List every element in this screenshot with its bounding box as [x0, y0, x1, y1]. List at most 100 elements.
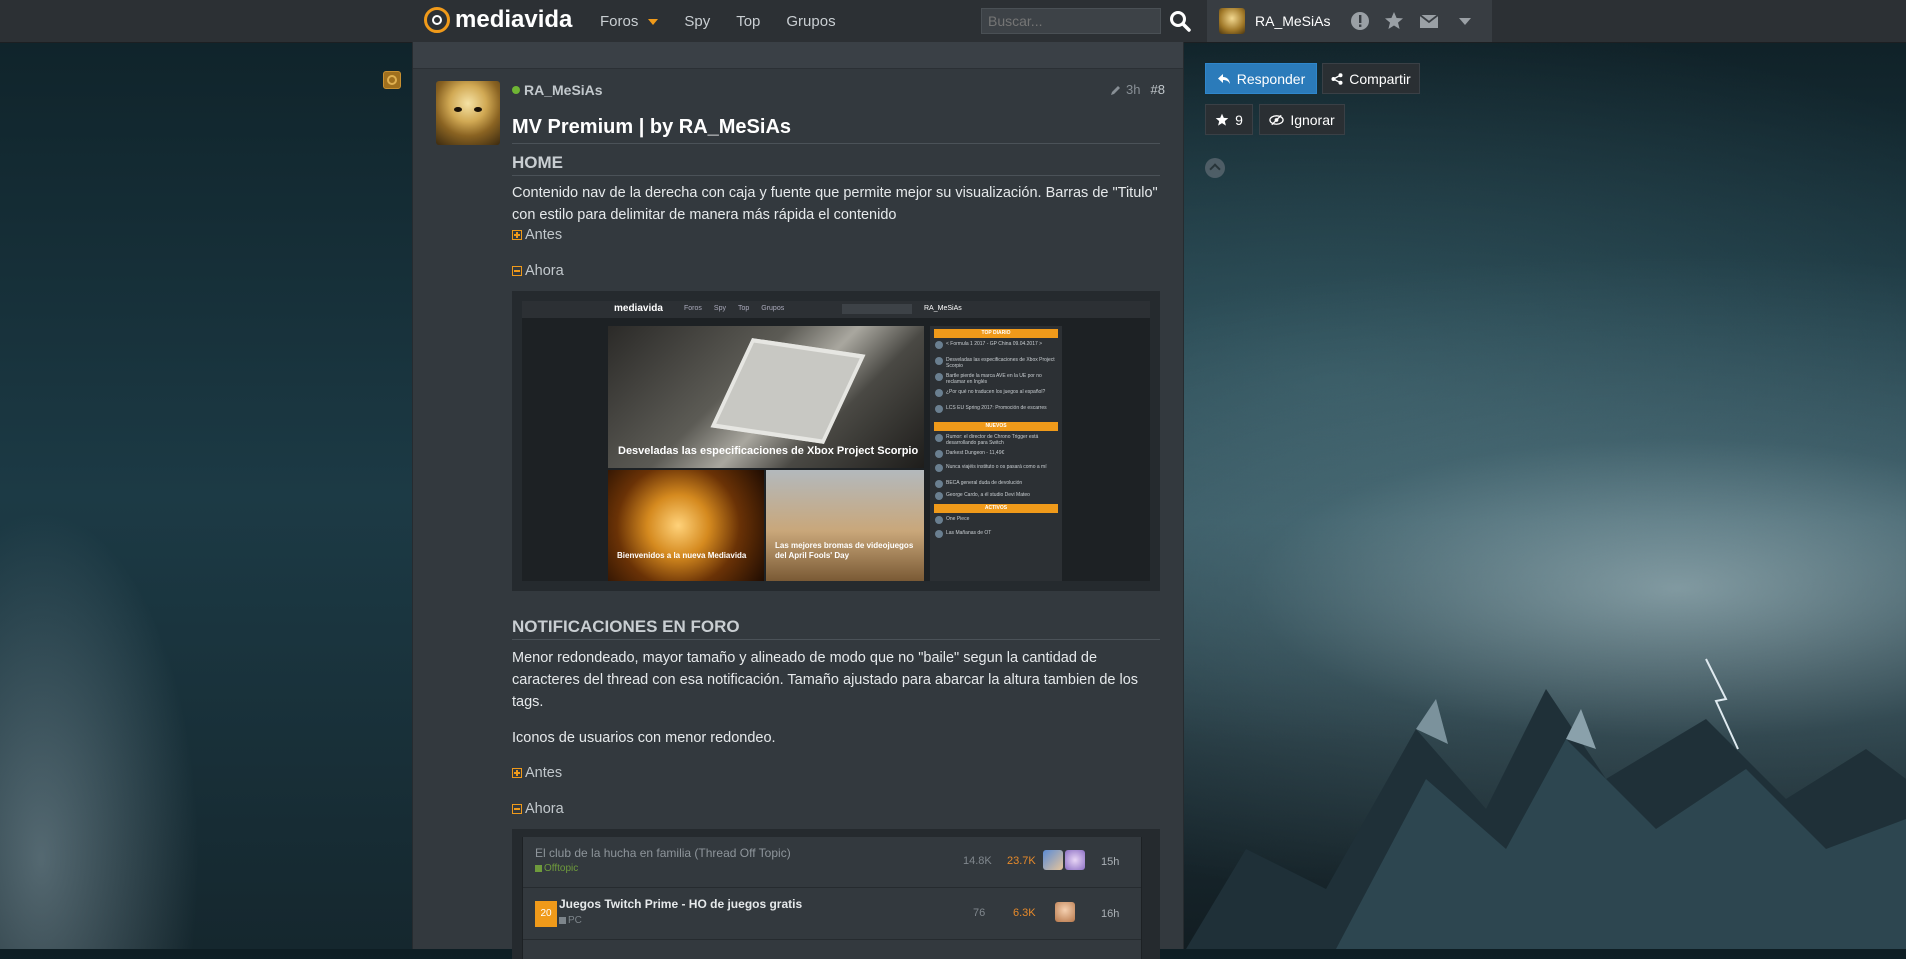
mediavida-logo-icon[interactable] — [383, 71, 401, 89]
thread-time: 15h — [1101, 856, 1120, 868]
online-status-icon — [512, 86, 520, 94]
nav-grupos[interactable]: Grupos — [786, 13, 835, 30]
chevron-down-icon[interactable] — [1455, 11, 1475, 31]
article-tile: Las mejores bromas de videojuegos del Ap… — [766, 470, 924, 581]
post-title: MV Premium | by RA_MeSiAs — [512, 116, 1160, 144]
mini-sidebar-heading: TOP DIARIO — [934, 329, 1058, 338]
post-author-avatar[interactable] — [436, 81, 500, 145]
nav-top[interactable]: Top — [736, 13, 760, 30]
thread-time: 16h — [1101, 908, 1120, 920]
avatar — [1043, 850, 1063, 870]
thread-title: Juegos Twitch Prime - HO de juegos grati… — [559, 897, 803, 911]
embedded-screenshot-home[interactable]: mediavida Foros Spy Top Grupos RA_MeSiAs… — [512, 291, 1160, 591]
user-avatar[interactable] — [1219, 8, 1245, 34]
post-number[interactable]: #8 — [1150, 82, 1164, 97]
expand-icon — [512, 230, 522, 240]
favorite-button[interactable]: 9 — [1205, 104, 1253, 135]
mini-sidebar-item: Las Mañanas de OT — [934, 530, 1058, 538]
toggle-label: Ahora — [525, 801, 564, 817]
mini-sidebar-item: Rumor: el director de Chrono Trigger est… — [934, 434, 1058, 446]
ignore-button[interactable]: Ignorar — [1259, 104, 1345, 135]
section-notificaciones-text-2: Iconos de usuarios con menor redondeo. — [512, 730, 776, 746]
thread-category: Offtopic — [535, 863, 578, 874]
chevron-down-icon[interactable] — [648, 18, 659, 25]
article-tile: Bienvenidos a la nueva Mediavida — [608, 470, 764, 581]
nav-spy[interactable]: Spy — [684, 13, 710, 30]
mini-sidebar-heading: NUEVOS — [934, 422, 1058, 431]
site-logo[interactable]: mediavida — [424, 6, 572, 34]
toggle-antes-notificaciones[interactable]: Antes — [512, 765, 562, 781]
mini-nav-item: Grupos — [761, 305, 785, 312]
tile-title: Las mejores bromas de videojuegos del Ap… — [775, 541, 914, 560]
search-icon[interactable] — [1168, 9, 1192, 33]
toggle-antes-home[interactable]: Antes — [512, 227, 562, 243]
eye-slash-icon — [1269, 114, 1285, 125]
user-menu: RA_MeSiAs — [1207, 0, 1492, 42]
mini-nav: Foros Spy Top Grupos — [684, 305, 784, 312]
featured-article-title: Desveladas las especificaciones de Xbox … — [618, 445, 919, 457]
toggle-label: Antes — [525, 765, 563, 781]
top-navigation-bar: mediavida Foros Spy Top Grupos RA_MeSiAs — [0, 0, 1906, 43]
mini-sidebar-item: < Formula 1 2017 - GP China 09.04.2017 > — [934, 341, 1058, 349]
screenshot-content: mediavida Foros Spy Top Grupos RA_MeSiAs… — [522, 301, 1150, 581]
mail-icon[interactable] — [1419, 11, 1439, 31]
mini-search — [842, 304, 912, 314]
column-header — [413, 42, 1183, 69]
mini-user: RA_MeSiAs — [924, 305, 962, 312]
mini-sidebar-item: LCS EU Spring 2017: Promoción de escarre… — [934, 405, 1058, 413]
alert-icon[interactable] — [1350, 11, 1370, 31]
mini-nav-item: Spy — [713, 305, 726, 312]
mini-sidebar-item: Darkest Dungeon - 11,49€ — [934, 450, 1058, 458]
post-time: 3h — [1126, 82, 1141, 97]
featured-article-image: Desveladas las especificaciones de Xbox … — [608, 326, 924, 468]
mini-sidebar-item: Desveladas las especificaciones de Xbox … — [934, 357, 1058, 369]
site-logo-text: mediavida — [455, 6, 573, 33]
username[interactable]: RA_MeSiAs — [1255, 13, 1330, 29]
toggle-ahora-notificaciones[interactable]: Ahora — [512, 801, 564, 817]
mini-sidebar: TOP DIARIO < Formula 1 2017 - GP China 0… — [930, 326, 1062, 581]
nav-foros[interactable]: Foros — [600, 12, 659, 30]
search-input[interactable] — [981, 8, 1161, 34]
toggle-label: Ahora — [525, 263, 564, 279]
mini-sidebar-item: Nunca viajéis instituto o os pasará como… — [934, 464, 1058, 472]
nav-foros-label: Foros — [600, 12, 639, 30]
thread-category: PC — [559, 915, 582, 926]
post-author[interactable]: RA_MeSiAs — [524, 82, 603, 98]
xbox-chip-image — [710, 338, 866, 444]
star-icon[interactable] — [1384, 11, 1404, 31]
reply-button[interactable]: Responder — [1205, 63, 1317, 94]
thread-list: El club de la hucha en familia (Thread O… — [522, 837, 1142, 959]
thread-title: El club de la hucha en familia (Thread O… — [535, 846, 791, 860]
star-icon — [1215, 113, 1229, 126]
background-mountains — [1186, 658, 1906, 949]
reply-icon — [1217, 73, 1230, 84]
ignore-button-label: Ignorar — [1290, 111, 1335, 128]
collapse-icon — [512, 266, 522, 276]
collapse-icon — [512, 804, 522, 814]
mini-sidebar-item: ¿Por qué no traducen los juegos al españ… — [934, 389, 1058, 397]
section-heading-notificaciones: NOTIFICACIONES EN FORO — [512, 617, 1160, 640]
thread-replies: 23.7K — [1007, 855, 1036, 867]
mini-nav-item: Top — [737, 305, 750, 312]
avatar — [1055, 902, 1075, 922]
thread-views: 76 — [973, 907, 986, 919]
table-row: 20 Juegos Twitch Prime - HO de juegos gr… — [523, 889, 1141, 940]
toggle-ahora-home[interactable]: Ahora — [512, 263, 564, 279]
thread-replies: 6.3K — [1013, 907, 1036, 919]
share-button[interactable]: Compartir — [1322, 63, 1420, 94]
notification-badge: 20 — [535, 901, 557, 927]
share-icon — [1331, 72, 1343, 85]
section-heading-home: HOME — [512, 153, 1160, 176]
main-nav: Foros Spy Top Grupos — [600, 0, 836, 42]
embedded-screenshot-notificaciones[interactable]: El club de la hucha en familia (Thread O… — [512, 829, 1160, 959]
mini-sidebar-item: Bartle pierde la marca AVE en la UE por … — [934, 373, 1058, 385]
section-notificaciones-text: Menor redondeado, mayor tamaño y alinead… — [512, 650, 1139, 710]
scroll-up-icon[interactable] — [1205, 158, 1225, 178]
mini-sidebar-item: One Piece — [934, 516, 1058, 524]
mini-sidebar-heading: ACTIVOS — [934, 504, 1058, 513]
mini-sidebar-item: BECA general duda de devolución — [934, 480, 1058, 488]
mini-sidebar-item: George Cardo, a él studio Devi Mateo — [934, 492, 1058, 500]
reply-button-label: Responder — [1236, 70, 1306, 87]
mediavida-logo-icon — [424, 7, 450, 33]
share-button-label: Compartir — [1349, 70, 1411, 87]
